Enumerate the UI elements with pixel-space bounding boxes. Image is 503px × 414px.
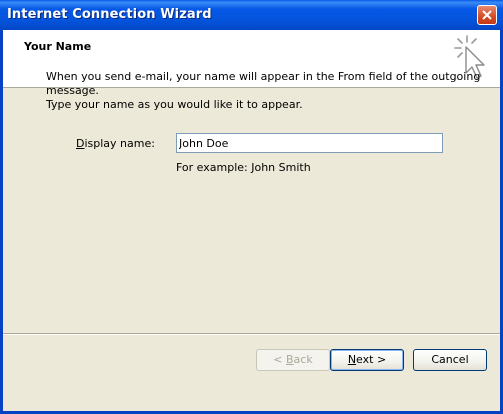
display-name-input[interactable] xyxy=(176,133,443,153)
display-name-label: Display name: xyxy=(76,137,155,150)
description-line-2: Type your name as you would like it to a… xyxy=(46,98,303,111)
back-button[interactable]: < Back xyxy=(256,349,330,371)
back-mnemonic: B xyxy=(286,353,294,366)
back-label: ack xyxy=(293,353,313,366)
description: When you send e-mail, your name will app… xyxy=(46,70,486,112)
button-separator xyxy=(3,333,500,335)
display-name-label-text: isplay name: xyxy=(84,137,155,150)
next-mnemonic: N xyxy=(347,353,357,366)
next-button[interactable]: Next > xyxy=(330,349,404,371)
next-label: ext > xyxy=(356,353,387,366)
wizard-window: Internet Connection Wizard Your Name Whe… xyxy=(0,0,503,414)
close-icon xyxy=(482,10,492,20)
page-title: Your Name xyxy=(24,40,92,53)
title-bar[interactable]: Internet Connection Wizard xyxy=(0,0,503,30)
description-line-1: When you send e-mail, your name will app… xyxy=(46,70,481,97)
close-button[interactable] xyxy=(477,5,497,25)
window-title: Internet Connection Wizard xyxy=(7,7,212,22)
back-prefix: < xyxy=(273,353,286,366)
example-hint: For example: John Smith xyxy=(176,161,311,174)
cancel-button[interactable]: Cancel xyxy=(413,349,487,371)
